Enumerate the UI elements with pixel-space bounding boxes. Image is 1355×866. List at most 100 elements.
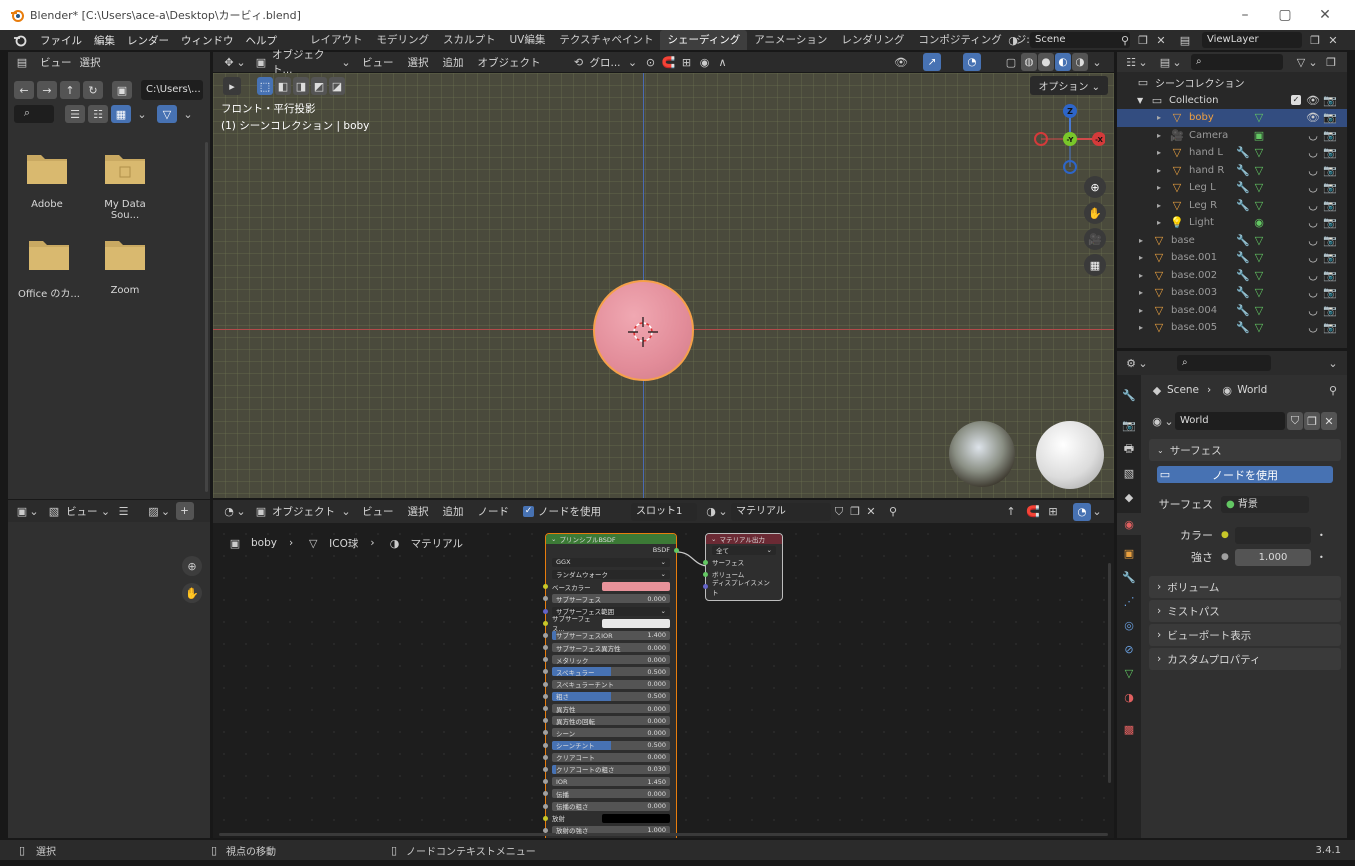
rendered-shading-icon[interactable]: ◑: [1072, 53, 1088, 71]
vertical-scrollbar[interactable]: [1108, 563, 1111, 783]
menu-help[interactable]: ヘルプ: [240, 33, 284, 48]
input-slider[interactable]: シーン 0.000: [552, 728, 670, 738]
scene-collection-row[interactable]: ▭ シーンコレクション: [1117, 74, 1347, 92]
outliner-item-base-001[interactable]: ▸ ▽ base.001 🔧 ▽ ◡ 📷: [1117, 249, 1347, 267]
eye-closed-icon[interactable]: ◡: [1305, 127, 1321, 143]
3d-cursor-icon[interactable]: [626, 315, 660, 349]
editor-type-icon[interactable]: ☷: [1123, 54, 1139, 70]
input-socket[interactable]: [543, 791, 548, 797]
input-socket[interactable]: [703, 559, 708, 565]
dropdown-icon[interactable]: ⌄: [1092, 54, 1101, 70]
zoom-icon[interactable]: ⊕: [1084, 176, 1106, 198]
folder-office[interactable]: Office のカ...: [14, 238, 84, 300]
expand-chevron-icon[interactable]: ▸: [1139, 288, 1151, 297]
mesh-data-icon[interactable]: ▽: [1251, 197, 1267, 213]
maximize-button[interactable]: ▢: [1265, 0, 1305, 30]
input-slider[interactable]: 伝播 0.000: [552, 789, 670, 799]
modifier-icon[interactable]: 🔧: [1235, 145, 1251, 161]
menu-view[interactable]: ビュー: [40, 55, 72, 70]
select-cursor-icon[interactable]: ▸: [223, 77, 241, 95]
camera-render-icon[interactable]: 📷: [1322, 302, 1338, 318]
object-icon[interactable]: ▣: [253, 504, 269, 520]
outliner-item-leg-r[interactable]: ▸ ▽ Leg R 🔧 ▽ ◡ 📷: [1117, 197, 1347, 215]
image-icon[interactable]: ▧: [46, 503, 62, 519]
pin-icon[interactable]: ⚲: [885, 504, 901, 520]
sss-method-dropdown[interactable]: ランダムウォーク ⌄: [552, 569, 670, 579]
node-header[interactable]: ⌄ プリンシプルBSDF: [546, 534, 676, 544]
mesh-data-icon[interactable]: ▽: [1251, 267, 1267, 283]
input-socket[interactable]: [543, 657, 548, 663]
modifier-slot[interactable]: [1235, 110, 1251, 126]
mesh-data-icon[interactable]: ▽: [1251, 145, 1267, 161]
filter-icon[interactable]: ▽: [157, 105, 177, 123]
world-name-field[interactable]: World: [1175, 412, 1285, 430]
eye-closed-icon[interactable]: ◡: [1305, 302, 1321, 318]
modifier-icon[interactable]: 🔧: [1235, 267, 1251, 283]
snap-element-icon[interactable]: ⊞: [1045, 504, 1061, 520]
surface-section-header[interactable]: ⌄ サーフェス: [1149, 439, 1341, 461]
camera-render-icon[interactable]: 📷: [1322, 232, 1338, 248]
modifier-icon[interactable]: 🔧: [1235, 180, 1251, 196]
filter-icon[interactable]: ▽: [1293, 54, 1309, 70]
outliner-item-base-003[interactable]: ▸ ▽ base.003 🔧 ▽ ◡ 📷: [1117, 284, 1347, 302]
mesh-data-icon[interactable]: ▽: [1251, 302, 1267, 318]
outliner-item-base[interactable]: ▸ ▽ base 🔧 ▽ ◡ 📷: [1117, 232, 1347, 250]
particles-tab-icon[interactable]: ⋰: [1121, 593, 1137, 609]
camera-render-icon[interactable]: 📷: [1322, 180, 1338, 196]
mesh-data-icon[interactable]: ▽: [1251, 285, 1267, 301]
blender-menu-icon[interactable]: [12, 32, 28, 48]
expand-chevron-icon[interactable]: ▸: [1139, 323, 1151, 332]
collection-row[interactable]: ▼ ▭ Collection ✓ 👁 📷: [1117, 92, 1347, 110]
color-swatch[interactable]: [1235, 526, 1311, 544]
expand-chevron-icon[interactable]: ▸: [1157, 183, 1169, 192]
menu-view[interactable]: ビュー: [362, 504, 394, 519]
expand-chevron-icon[interactable]: ▸: [1139, 253, 1151, 262]
expand-chevron-icon[interactable]: ▸: [1157, 218, 1169, 227]
target-dropdown[interactable]: 全て ⌄: [712, 545, 776, 555]
eye-closed-icon[interactable]: ◡: [1305, 197, 1321, 213]
object-tab-icon[interactable]: ▣: [1121, 545, 1137, 561]
expand-chevron-icon[interactable]: ▸: [1139, 236, 1151, 245]
input-socket[interactable]: [543, 718, 548, 724]
wireframe-shading-icon[interactable]: ◍: [1021, 53, 1037, 71]
menu-select[interactable]: 選択: [80, 55, 101, 70]
properties-search-input[interactable]: ⌕: [1177, 355, 1271, 371]
snap-target-icon[interactable]: ⊞: [679, 54, 695, 70]
mesh-data-icon[interactable]: ▽: [1251, 232, 1267, 248]
select-subtract-icon[interactable]: ◨: [293, 77, 309, 95]
menu-object[interactable]: オブジェクト: [478, 55, 541, 70]
constraints-tab-icon[interactable]: ⊘: [1121, 641, 1137, 657]
duplicate-icon[interactable]: ❐: [1304, 412, 1320, 430]
input-slider[interactable]: 異方性の回転 0.000: [552, 716, 670, 726]
dropdown-icon[interactable]: ⌄: [236, 504, 245, 520]
editor-type-icon[interactable]: ◔: [221, 504, 237, 520]
dropdown-icon[interactable]: ⌄: [29, 503, 38, 519]
eye-icon[interactable]: 👁: [1305, 110, 1321, 126]
menu-select[interactable]: 選択: [408, 504, 429, 519]
color-swatch[interactable]: [602, 618, 670, 628]
dropdown-icon[interactable]: ⌄: [236, 54, 245, 70]
camera-render-icon[interactable]: 📷: [1322, 145, 1338, 161]
select-intersect-icon[interactable]: ◪: [329, 77, 345, 95]
image-view-dropdown[interactable]: ビュー: [66, 504, 98, 519]
input-socket[interactable]: [543, 779, 548, 785]
value-socket-icon[interactable]: ●: [1221, 552, 1235, 562]
expand-chevron-icon[interactable]: ▸: [1157, 166, 1169, 175]
input-socket[interactable]: [543, 693, 548, 699]
material-name-field[interactable]: マテリアル: [731, 502, 831, 521]
xray-icon[interactable]: ▢: [1003, 54, 1019, 70]
view-layer-field[interactable]: ViewLayer: [1202, 32, 1302, 48]
dropdown-icon[interactable]: ⌄: [1327, 355, 1339, 371]
input-socket[interactable]: [703, 584, 708, 590]
expand-chevron-icon[interactable]: ▸: [1157, 131, 1169, 140]
input-socket[interactable]: [543, 766, 548, 772]
expand-chevron-icon[interactable]: ▸: [1139, 306, 1151, 315]
view-layer-tab-icon[interactable]: ▧: [1121, 465, 1137, 481]
modifier-icon[interactable]: 🔧: [1235, 197, 1251, 213]
camera-render-icon[interactable]: 📷: [1322, 267, 1338, 283]
dropdown-icon[interactable]: ⌄: [1138, 54, 1147, 70]
modifier-icon[interactable]: 🔧: [1235, 285, 1251, 301]
hand-pan-icon[interactable]: ✋: [1084, 202, 1106, 224]
snap-icon[interactable]: 🧲: [1025, 504, 1041, 520]
outliner-item-hand-r[interactable]: ▸ ▽ hand R 🔧 ▽ ◡ 📷: [1117, 162, 1347, 180]
